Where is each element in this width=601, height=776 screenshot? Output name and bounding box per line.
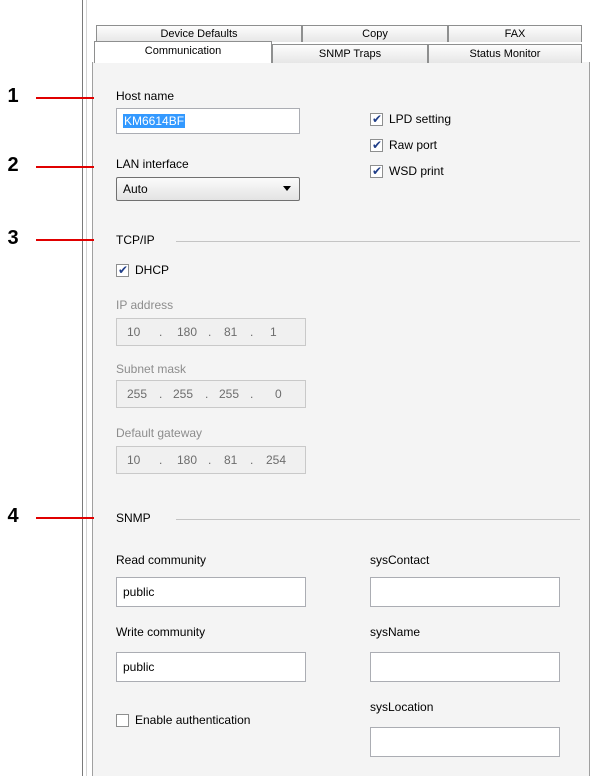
lan-interface-value: Auto: [123, 182, 148, 196]
gateway-dot-1: .: [159, 453, 163, 467]
gateway-octet-1: 10: [127, 453, 141, 467]
tab-device-defaults[interactable]: Device Defaults: [96, 25, 302, 42]
tab-communication[interactable]: Communication: [94, 41, 272, 63]
subnet-mask-field: 255 . 255 . 255 . 0: [116, 380, 306, 408]
snmp-separator: [176, 519, 580, 520]
callout-4-line: [36, 517, 94, 519]
callout-1-line: [36, 97, 94, 99]
callout-2: 2: [7, 154, 19, 176]
sysname-input[interactable]: [370, 652, 560, 682]
subnet-mask-label: Subnet mask: [116, 362, 187, 376]
syslocation-label: sysLocation: [370, 700, 434, 714]
ip-octet-3: 81: [224, 325, 238, 339]
ip-dot-1: .: [159, 325, 163, 339]
tcpip-separator: [176, 241, 580, 242]
lpd-setting-checkbox[interactable]: ✔: [370, 112, 383, 126]
subnet-octet-1: 255: [127, 387, 148, 401]
subnet-dot-1: .: [159, 387, 163, 401]
write-community-label: Write community: [116, 625, 206, 639]
default-gateway-field: 10 . 180 . 81 . 254: [116, 446, 306, 474]
gateway-octet-2: 180: [177, 453, 198, 467]
lan-interface-dropdown[interactable]: Auto: [116, 177, 300, 201]
enable-authentication-checkbox[interactable]: [116, 714, 129, 727]
checkmark-icon: ✔: [118, 263, 129, 277]
ip-octet-4: 1: [270, 325, 277, 339]
tab-snmp-traps[interactable]: SNMP Traps: [272, 44, 428, 63]
raw-port-checkbox[interactable]: ✔: [370, 138, 383, 152]
dhcp-label: DHCP: [135, 263, 170, 277]
write-community-input[interactable]: public: [116, 652, 306, 682]
tab-status-monitor[interactable]: Status Monitor: [428, 44, 582, 63]
ip-octet-1: 10: [127, 325, 141, 339]
dhcp-checkbox[interactable]: ✔: [116, 263, 129, 277]
raw-port-label: Raw port: [389, 138, 438, 152]
sysname-label: sysName: [370, 625, 421, 639]
lan-interface-label: LAN interface: [116, 157, 189, 171]
read-community-input[interactable]: public: [116, 577, 306, 607]
ip-address-field: 10 . 180 . 81 . 1: [116, 318, 306, 346]
ip-address-label: IP address: [116, 298, 174, 312]
ip-octet-2: 180: [177, 325, 198, 339]
ip-dot-2: .: [208, 325, 212, 339]
callout-1: 1: [7, 85, 19, 107]
subnet-dot-2: .: [205, 387, 209, 401]
checkmark-icon: ✔: [372, 138, 383, 152]
gateway-dot-2: .: [208, 453, 212, 467]
gateway-octet-3: 81: [224, 453, 238, 467]
enable-authentication-label: Enable authentication: [135, 713, 251, 727]
snmp-group-title: SNMP: [116, 511, 151, 525]
tab-fax[interactable]: FAX: [448, 25, 582, 42]
subnet-octet-3: 255: [219, 387, 240, 401]
callout-3: 3: [7, 227, 19, 249]
ip-dot-3: .: [250, 325, 254, 339]
tcpip-group-title: TCP/IP: [116, 233, 155, 247]
window-left-border: [82, 0, 83, 776]
checkmark-icon: ✔: [372, 164, 383, 178]
gateway-octet-4: 254: [266, 453, 287, 467]
callout-2-line: [36, 166, 94, 168]
window-left-border-inner: [86, 0, 87, 776]
tab-copy[interactable]: Copy: [302, 25, 448, 42]
subnet-octet-2: 255: [173, 387, 194, 401]
wsd-print-label: WSD print: [389, 164, 444, 178]
gateway-dot-3: .: [250, 453, 254, 467]
default-gateway-label: Default gateway: [116, 426, 203, 440]
checkmark-icon: ✔: [372, 112, 383, 126]
host-name-label: Host name: [116, 89, 175, 103]
host-name-input[interactable]: KM6614BF: [116, 108, 300, 134]
syscontact-label: sysContact: [370, 553, 430, 567]
subnet-dot-3: .: [250, 387, 254, 401]
syscontact-input[interactable]: [370, 577, 560, 607]
lpd-setting-label: LPD setting: [389, 112, 452, 126]
wsd-print-checkbox[interactable]: ✔: [370, 164, 383, 178]
callout-3-line: [36, 239, 94, 241]
chevron-down-icon: [283, 186, 291, 191]
read-community-label: Read community: [116, 553, 207, 567]
callout-4: 4: [7, 505, 19, 527]
host-name-value: KM6614BF: [123, 114, 186, 128]
syslocation-input[interactable]: [370, 727, 560, 757]
subnet-octet-4: 0: [275, 387, 282, 401]
